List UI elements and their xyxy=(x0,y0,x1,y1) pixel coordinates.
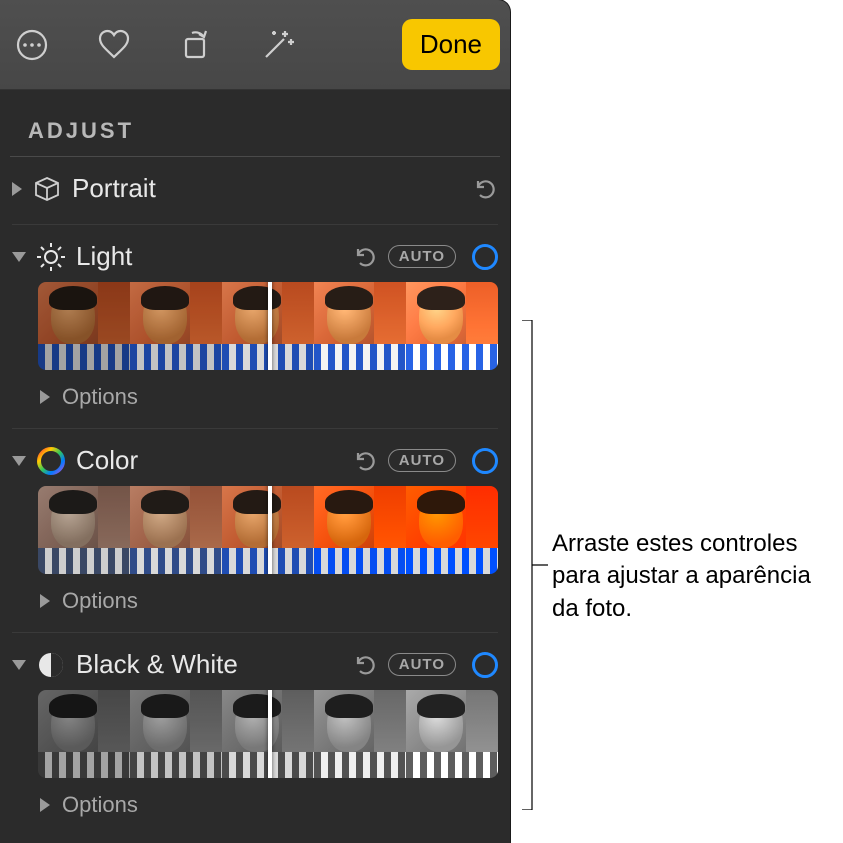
options-label: Options xyxy=(62,588,138,614)
callout-bracket xyxy=(520,320,550,810)
chevron-right-icon xyxy=(12,182,22,196)
chevron-down-icon xyxy=(12,252,26,262)
enable-toggle[interactable] xyxy=(472,652,498,678)
bw-header[interactable]: Black & White AUTO xyxy=(12,633,498,690)
bw-label: Black & White xyxy=(76,649,344,680)
enhance-button[interactable] xyxy=(256,23,300,67)
undo-icon[interactable] xyxy=(354,245,378,269)
auto-button[interactable]: AUTO xyxy=(388,653,456,676)
chevron-right-icon xyxy=(40,594,50,608)
auto-button[interactable]: AUTO xyxy=(388,449,456,472)
sun-icon xyxy=(36,242,66,272)
enable-toggle[interactable] xyxy=(472,448,498,474)
rotate-button[interactable] xyxy=(174,23,218,67)
bw-icon xyxy=(36,650,66,680)
editor-toolbar: Done xyxy=(0,0,510,90)
options-label: Options xyxy=(62,384,138,410)
color-header[interactable]: Color AUTO xyxy=(12,429,498,486)
adjust-panel: Done ADJUST Portrait Light AUTO xyxy=(0,0,510,843)
favorite-button[interactable] xyxy=(92,23,136,67)
chevron-down-icon xyxy=(12,456,26,466)
slider-handle[interactable] xyxy=(268,282,272,370)
portrait-header[interactable]: Portrait xyxy=(12,157,498,214)
cube-icon xyxy=(32,174,62,204)
callout-text: Arraste estes controles para ajustar a a… xyxy=(552,528,832,625)
color-slider[interactable] xyxy=(38,486,498,574)
undo-icon[interactable] xyxy=(354,653,378,677)
bw-slider[interactable] xyxy=(38,690,498,778)
more-icon xyxy=(14,27,50,63)
light-options[interactable]: Options xyxy=(12,370,498,418)
enable-toggle[interactable] xyxy=(472,244,498,270)
chevron-down-icon xyxy=(12,660,26,670)
more-button[interactable] xyxy=(10,23,54,67)
wand-icon xyxy=(260,27,296,63)
chevron-right-icon xyxy=(40,798,50,812)
color-wheel-icon xyxy=(36,446,66,476)
undo-icon[interactable] xyxy=(474,177,498,201)
adjust-bw: Black & White AUTO Options xyxy=(0,633,510,826)
rotate-icon xyxy=(178,27,214,63)
light-header[interactable]: Light AUTO xyxy=(12,225,498,282)
done-button[interactable]: Done xyxy=(402,19,500,70)
color-label: Color xyxy=(76,445,344,476)
bw-options[interactable]: Options xyxy=(12,778,498,826)
section-title: ADJUST xyxy=(0,90,510,156)
chevron-right-icon xyxy=(40,390,50,404)
heart-icon xyxy=(96,27,132,63)
color-options[interactable]: Options xyxy=(12,574,498,622)
portrait-label: Portrait xyxy=(72,173,464,204)
adjust-portrait: Portrait xyxy=(0,157,510,225)
adjust-color: Color AUTO Options xyxy=(0,429,510,633)
light-slider[interactable] xyxy=(38,282,498,370)
light-label: Light xyxy=(76,241,344,272)
slider-handle[interactable] xyxy=(268,690,272,778)
options-label: Options xyxy=(62,792,138,818)
auto-button[interactable]: AUTO xyxy=(388,245,456,268)
slider-handle[interactable] xyxy=(268,486,272,574)
undo-icon[interactable] xyxy=(354,449,378,473)
adjust-light: Light AUTO Options xyxy=(0,225,510,429)
